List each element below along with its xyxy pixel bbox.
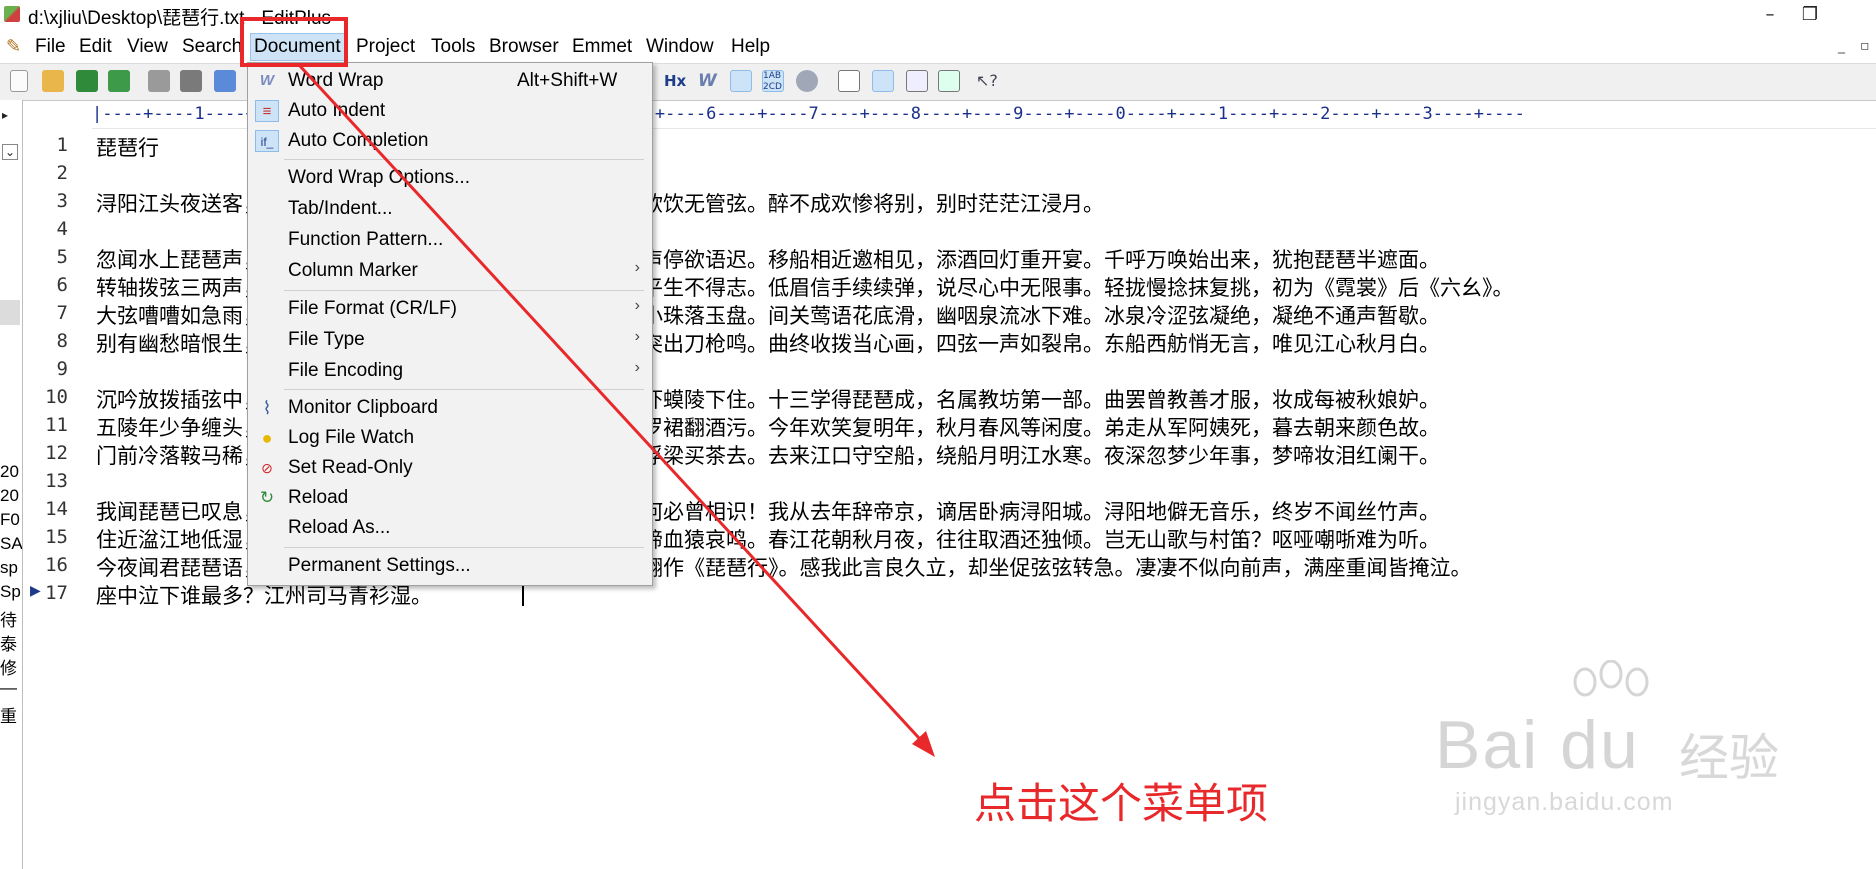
watermark-url: jingyan.baidu.com bbox=[1455, 788, 1674, 816]
annotation-note: 点击这个菜单项 bbox=[974, 779, 1269, 828]
watermark-cn: 经验 bbox=[1679, 729, 1779, 787]
watermark-brand: Bai du bbox=[1435, 707, 1640, 783]
baidu-watermark: Bai du 经验 jingyan.baidu.com bbox=[1435, 660, 1815, 830]
